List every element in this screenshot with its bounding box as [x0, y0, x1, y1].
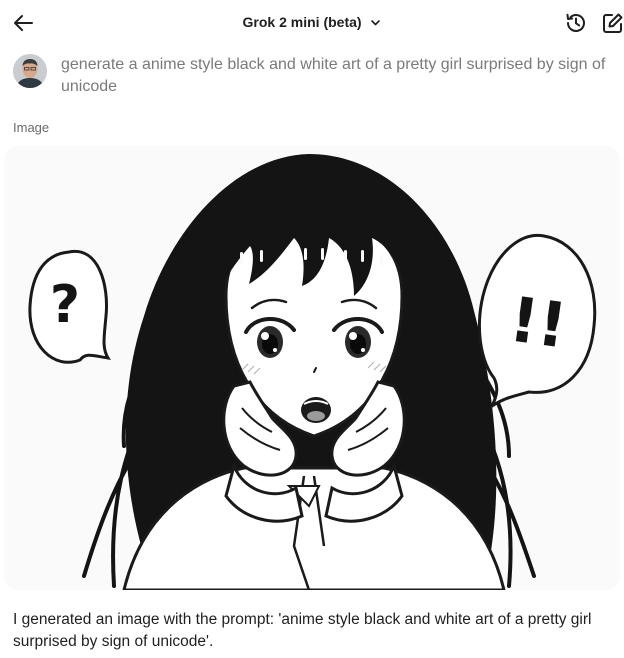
top-bar: Grok 2 mini (beta)	[0, 0, 624, 46]
history-icon[interactable]	[563, 10, 589, 36]
assistant-response-text: I generated an image with the prompt: 'a…	[13, 611, 592, 650]
attachment-label: Image	[13, 120, 50, 135]
new-chat-edit-icon[interactable]	[600, 10, 624, 36]
model-name: Grok 2 mini (beta)	[242, 14, 362, 30]
speech-bubble-left: ?	[28, 249, 111, 364]
user-prompt-text: generate a anime style black and white a…	[61, 56, 606, 95]
bubble-left-text: ?	[50, 275, 80, 335]
model-selector[interactable]: Grok 2 mini (beta)	[0, 14, 624, 31]
generated-image[interactable]: ? !!	[4, 146, 620, 590]
chevron-down-icon	[370, 15, 381, 31]
bubble-right-text: !!	[505, 282, 571, 362]
user-avatar	[13, 54, 47, 88]
mouth	[301, 397, 331, 423]
